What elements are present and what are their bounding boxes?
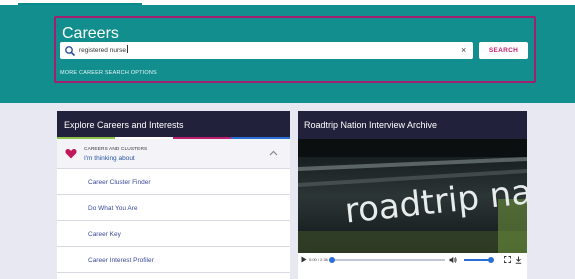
video-time: 0:00 / 2:36	[309, 257, 328, 262]
video-player[interactable]: roadtrip nation	[298, 139, 527, 253]
explore-careers-panel: Explore Careers and Interests CAREERS AN…	[57, 111, 290, 279]
chevron-up-icon[interactable]	[269, 149, 278, 157]
nav-item-label: Do What You Are	[88, 205, 138, 212]
nav-item-do-what-you-are[interactable]: Do What You Are	[57, 196, 290, 221]
careers-hero: Careers registered nurse × SEARCH MORE C…	[0, 5, 575, 103]
nav-item-career-cluster-finder[interactable]: Career Cluster Finder	[57, 170, 290, 195]
page-title: Careers	[62, 25, 119, 42]
volume-icon[interactable]	[449, 256, 457, 264]
search-value: registered nurse	[79, 45, 128, 54]
video-thumbnail: roadtrip nation	[298, 139, 527, 253]
clusters-subtitle: I'm thinking about	[84, 155, 135, 162]
careers-clusters-row[interactable]: CAREERS AND CLUSTERS I'm thinking about	[57, 139, 290, 169]
volume-slider-track[interactable]	[464, 259, 491, 261]
heart-icon	[65, 149, 77, 159]
explore-panel-title: Explore Careers and Interests	[64, 120, 184, 130]
video-panel-title: Roadtrip Nation Interview Archive	[304, 120, 438, 130]
video-progress-knob[interactable]	[329, 257, 335, 263]
search-button[interactable]: SEARCH	[479, 42, 528, 59]
nav-item-label: Career Cluster Finder	[88, 179, 151, 186]
search-icon	[65, 46, 76, 57]
video-progress-track[interactable]	[330, 259, 445, 261]
play-icon[interactable]	[301, 256, 307, 263]
search-input[interactable]: registered nurse ×	[60, 42, 473, 59]
nav-item-label: Career Key	[88, 231, 121, 238]
nav-item-career-interest-profiler[interactable]: Career Interest Profiler	[57, 248, 290, 273]
nav-item-career-key[interactable]: Career Key	[57, 222, 290, 247]
video-panel: Roadtrip Nation Interview Archive roadtr…	[298, 111, 527, 279]
video-controls: 0:00 / 2:36	[298, 253, 527, 267]
fullscreen-icon[interactable]	[504, 256, 511, 263]
more-search-options-link[interactable]: MORE CAREER SEARCH OPTIONS	[60, 70, 157, 76]
explore-panel-header: Explore Careers and Interests	[57, 111, 290, 139]
video-panel-header: Roadtrip Nation Interview Archive	[298, 111, 527, 139]
volume-slider-knob[interactable]	[488, 257, 494, 263]
clusters-label: CAREERS AND CLUSTERS	[84, 147, 148, 152]
download-icon[interactable]	[515, 256, 522, 264]
close-icon[interactable]: ×	[461, 44, 466, 56]
nav-item-label: Career Interest Profiler	[88, 257, 154, 264]
